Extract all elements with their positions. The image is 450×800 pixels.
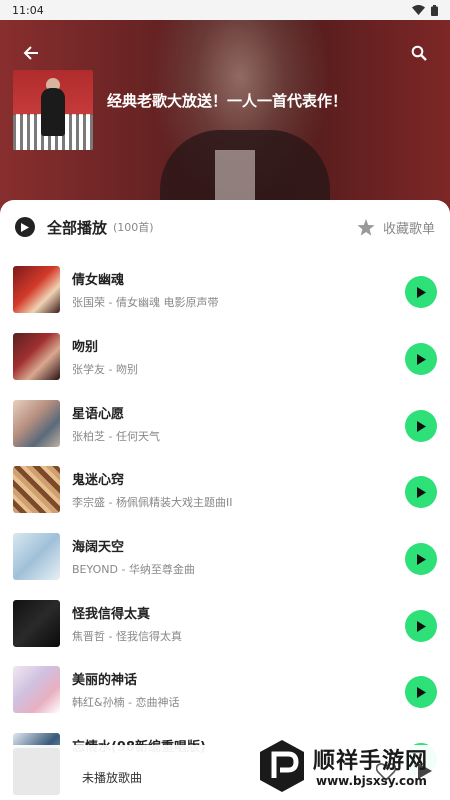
back-button[interactable] xyxy=(18,40,44,66)
song-play-button[interactable] xyxy=(405,543,437,575)
song-title: 美丽的神话 xyxy=(72,673,138,688)
battery-icon xyxy=(431,4,438,16)
collect-label: 收藏歌单 xyxy=(382,221,435,237)
playlist-title: 经典老歌大放送！一人一首代表作！ xyxy=(107,92,348,110)
song-subtitle: 李宗盛 - 杨佩佩精装大戏主题曲II xyxy=(72,496,233,509)
collect-playlist-button[interactable]: 收藏歌单 xyxy=(357,218,435,237)
song-subtitle: 张国荣 - 倩女幽魂 电影原声带 xyxy=(72,296,219,309)
play-icon xyxy=(416,286,426,298)
song-row[interactable]: 海阔天空 BEYOND - 华纳至尊金曲 xyxy=(0,524,450,590)
song-play-button[interactable] xyxy=(405,276,437,308)
mini-player-label: 未播放歌曲 xyxy=(82,771,143,785)
song-play-button[interactable] xyxy=(405,343,437,375)
song-subtitle: 焦晋哲 - 怪我信得太真 xyxy=(72,630,182,643)
playlist-header: 经典老歌大放送！一人一首代表作！ xyxy=(0,20,450,220)
status-icons xyxy=(412,4,438,16)
arrow-left-icon xyxy=(23,46,38,60)
search-icon xyxy=(411,45,427,61)
watermark-url: www.bjsxsy.com xyxy=(316,774,427,788)
song-row[interactable]: 美丽的神话 韩红&孙楠 - 恋曲神话 xyxy=(0,657,450,723)
song-play-button[interactable] xyxy=(405,410,437,442)
song-row[interactable]: 鬼迷心窍 李宗盛 - 杨佩佩精装大戏主题曲II xyxy=(0,457,450,523)
play-icon xyxy=(416,353,426,365)
song-subtitle: BEYOND - 华纳至尊金曲 xyxy=(72,563,195,576)
playlist-cover xyxy=(13,70,93,150)
song-title: 吻别 xyxy=(72,340,99,355)
song-title: 怪我信得太真 xyxy=(72,607,151,622)
song-row[interactable]: 怪我信得太真 焦晋哲 - 怪我信得太真 xyxy=(0,591,450,657)
song-title: 海阔天空 xyxy=(72,540,125,555)
song-subtitle: 韩红&孙楠 - 恋曲神话 xyxy=(72,696,180,709)
watermark-name: 顺祥手游网 xyxy=(313,749,429,774)
play-icon xyxy=(416,486,426,498)
song-cover xyxy=(13,333,60,380)
play-icon xyxy=(416,620,426,632)
watermark: 顺祥手游网 www.bjsxsy.com xyxy=(258,740,450,796)
song-count: (100首) xyxy=(113,221,154,234)
song-title: 星语心愿 xyxy=(72,407,125,422)
song-cover xyxy=(13,600,60,647)
song-title: 倩女幽魂 xyxy=(72,273,125,288)
song-cover xyxy=(13,266,60,313)
song-cover xyxy=(13,466,60,513)
song-play-button[interactable] xyxy=(405,476,437,508)
play-icon xyxy=(416,420,426,432)
song-cover xyxy=(13,666,60,713)
song-play-button[interactable] xyxy=(405,610,437,642)
song-row[interactable]: 倩女幽魂 张国荣 - 倩女幽魂 电影原声带 xyxy=(0,257,450,323)
song-title: 鬼迷心窍 xyxy=(72,473,125,488)
play-all-button[interactable]: 全部播放 xyxy=(47,217,107,238)
song-subtitle: 张柏芝 - 任何天气 xyxy=(72,430,160,443)
search-button[interactable] xyxy=(406,40,432,66)
song-play-button[interactable] xyxy=(405,676,437,708)
play-icon xyxy=(416,686,426,698)
play-all-bar: 全部播放 (100首) 收藏歌单 xyxy=(15,214,435,240)
play-icon xyxy=(416,553,426,565)
watermark-logo-icon xyxy=(260,740,304,792)
mini-player-cover xyxy=(13,748,60,795)
song-row[interactable]: 星语心愿 张柏芝 - 任何天气 xyxy=(0,391,450,457)
song-row[interactable]: 吻别 张学友 - 吻别 xyxy=(0,324,450,390)
play-circle-icon[interactable] xyxy=(15,217,35,237)
song-subtitle: 张学友 - 吻别 xyxy=(72,363,138,376)
wifi-icon xyxy=(412,5,425,15)
song-list-sheet: 全部播放 (100首) 收藏歌单 倩女幽魂 张国荣 - 倩女幽魂 电影原声带 吻… xyxy=(0,200,450,800)
star-icon xyxy=(357,218,375,236)
status-bar: 11:04 xyxy=(0,0,450,20)
song-cover xyxy=(13,533,60,580)
status-time: 11:04 xyxy=(12,3,44,17)
song-cover xyxy=(13,400,60,447)
